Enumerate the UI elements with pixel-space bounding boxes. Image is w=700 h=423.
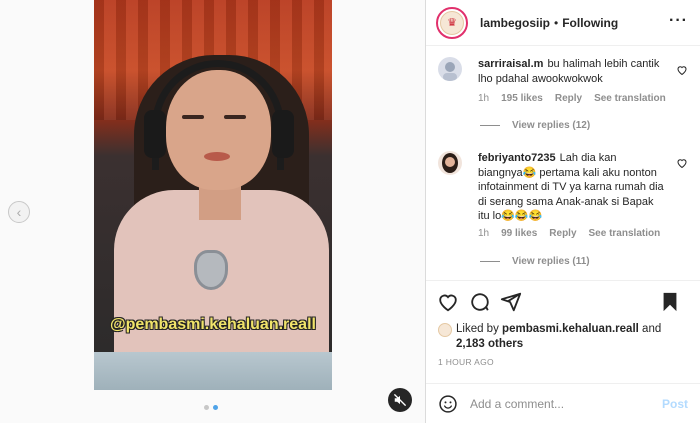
follow-status-button[interactable]: Following (562, 16, 618, 30)
avatar[interactable]: ♛ (436, 6, 468, 39)
heart-icon[interactable] (676, 157, 688, 169)
send-icon[interactable] (500, 291, 522, 313)
avatar[interactable] (438, 57, 462, 81)
see-translation-button[interactable]: See translation (594, 93, 666, 104)
post-comment-button[interactable]: Post (662, 397, 688, 411)
comment-likes[interactable]: 195 likes (501, 93, 543, 104)
likes-summary: Liked by pembasmi.kehaluan.reall and 2,1… (438, 322, 688, 352)
more-options-button[interactable]: ··· (669, 12, 688, 30)
heart-icon[interactable] (437, 291, 459, 313)
post-timestamp[interactable]: 1 HOUR AGO (438, 357, 494, 367)
liker-username[interactable]: pembasmi.kehaluan.reall (502, 323, 639, 335)
comment-item: febriyanto7235 Lah dia kan biangnya😂 pert… (438, 151, 688, 271)
bookmark-icon[interactable] (659, 291, 681, 313)
carousel-dots (204, 405, 218, 410)
ellipsis-icon: ··· (669, 12, 688, 29)
comment-username[interactable]: febriyanto7235 (478, 152, 556, 164)
post-sidebar: ♛ lambegosiip • Following ··· sarriraisa… (426, 0, 700, 423)
view-replies-label: View replies (12) (512, 120, 591, 131)
view-replies-button[interactable]: View replies (12) (480, 120, 590, 131)
comment-input[interactable] (470, 396, 650, 411)
comment-meta: 1h 195 likes Reply See translation (478, 93, 666, 104)
replies-divider (480, 261, 500, 262)
likes-text: Liked by pembasmi.kehaluan.reall and 2,1… (456, 322, 688, 352)
comment-username[interactable]: sarriraisal.m (478, 58, 543, 70)
video-watermark: @pembasmi.kehaluan.reall (110, 316, 316, 333)
post-media: @pembasmi.kehaluan.reall ‹ (0, 0, 426, 423)
heart-icon[interactable] (676, 64, 688, 76)
avatar-image (438, 151, 462, 175)
smiley-icon[interactable] (438, 394, 458, 414)
see-translation-button[interactable]: See translation (589, 228, 661, 239)
headphone-earcup (144, 110, 166, 158)
reply-button[interactable]: Reply (549, 228, 576, 239)
header-separator: • (554, 15, 559, 30)
avatar-image (438, 57, 462, 81)
comment-item: sarriraisal.m bu halimah lebih cantik lho… (438, 57, 688, 137)
chevron-left-icon: ‹ (16, 204, 22, 220)
post-actions (426, 280, 700, 320)
comment-likes[interactable]: 99 likes (501, 228, 537, 239)
avatar[interactable] (438, 151, 462, 175)
post-header: ♛ lambegosiip • Following ··· (426, 0, 700, 46)
necklace-pendant (194, 250, 228, 290)
comment-meta: 1h 99 likes Reply See translation (478, 228, 660, 239)
comment-text: febriyanto7235 Lah dia kan biangnya😂 pert… (478, 151, 664, 224)
carousel-dot-active[interactable] (213, 405, 218, 410)
likes-prefix: Liked by (456, 323, 499, 335)
comment-time: 1h (478, 228, 490, 239)
replies-divider (480, 125, 500, 126)
mute-button[interactable] (388, 388, 412, 412)
reply-button[interactable]: Reply (555, 93, 582, 104)
view-replies-button[interactable]: View replies (11) (480, 256, 590, 267)
carousel-prev-button[interactable]: ‹ (8, 201, 30, 223)
likes-others-button[interactable]: 2,183 others (456, 338, 523, 350)
comment-time: 1h (478, 93, 490, 104)
view-replies-label: View replies (11) (512, 256, 590, 267)
carousel-dot[interactable] (204, 405, 209, 410)
comment-icon[interactable] (469, 291, 491, 313)
speaker-muted-icon (394, 394, 406, 406)
post-author-username[interactable]: lambegosiip (480, 16, 550, 30)
video-player[interactable]: @pembasmi.kehaluan.reall (94, 0, 332, 390)
comment-text: sarriraisal.m bu halimah lebih cantik lho… (478, 57, 664, 86)
headphone-earcup (272, 110, 294, 158)
liker-avatar[interactable] (438, 323, 452, 337)
comment-composer: Post (426, 383, 700, 423)
avatar-image: ♛ (440, 10, 464, 35)
likes-conjunction: and (642, 323, 662, 335)
desk-surface (94, 352, 332, 390)
